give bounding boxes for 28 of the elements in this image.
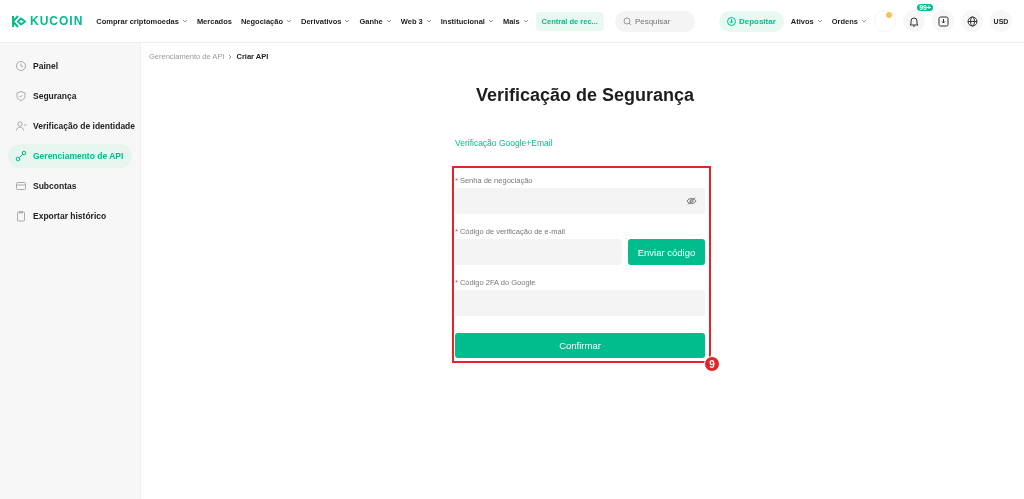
sidebar-item[interactable]: Painel — [8, 54, 132, 78]
logo-icon — [12, 14, 26, 28]
hidden-eye-icon[interactable] — [686, 197, 697, 205]
search-icon — [622, 16, 632, 26]
notification-button[interactable] — [903, 10, 925, 32]
download-icon — [726, 16, 736, 26]
bell-icon — [909, 15, 919, 27]
input-field[interactable] — [455, 239, 622, 265]
page-title: Verificação de Segurança — [474, 85, 696, 106]
sidebar-item[interactable]: Exportar histórico — [8, 204, 132, 228]
language-button[interactable] — [961, 10, 983, 32]
link-icon — [15, 150, 27, 162]
folder-icon — [15, 180, 27, 192]
sidebar-item[interactable]: Segurança — [8, 84, 132, 108]
person-icon — [15, 120, 27, 132]
globe-icon — [966, 15, 978, 27]
input-field[interactable] — [455, 290, 705, 316]
sidebar-item[interactable]: Subcontas — [8, 174, 132, 198]
download-icon — [937, 15, 949, 27]
input-field[interactable] — [455, 188, 705, 214]
search-field[interactable]: Pesquisar — [614, 10, 695, 32]
shield-icon — [15, 90, 27, 102]
avatar-icon[interactable] — [874, 10, 896, 32]
step-number: 9 — [704, 356, 720, 372]
clipboard-icon — [15, 210, 27, 222]
chevron-icon — [228, 53, 233, 60]
download-app-button[interactable] — [932, 10, 954, 32]
clock-icon — [15, 60, 27, 72]
